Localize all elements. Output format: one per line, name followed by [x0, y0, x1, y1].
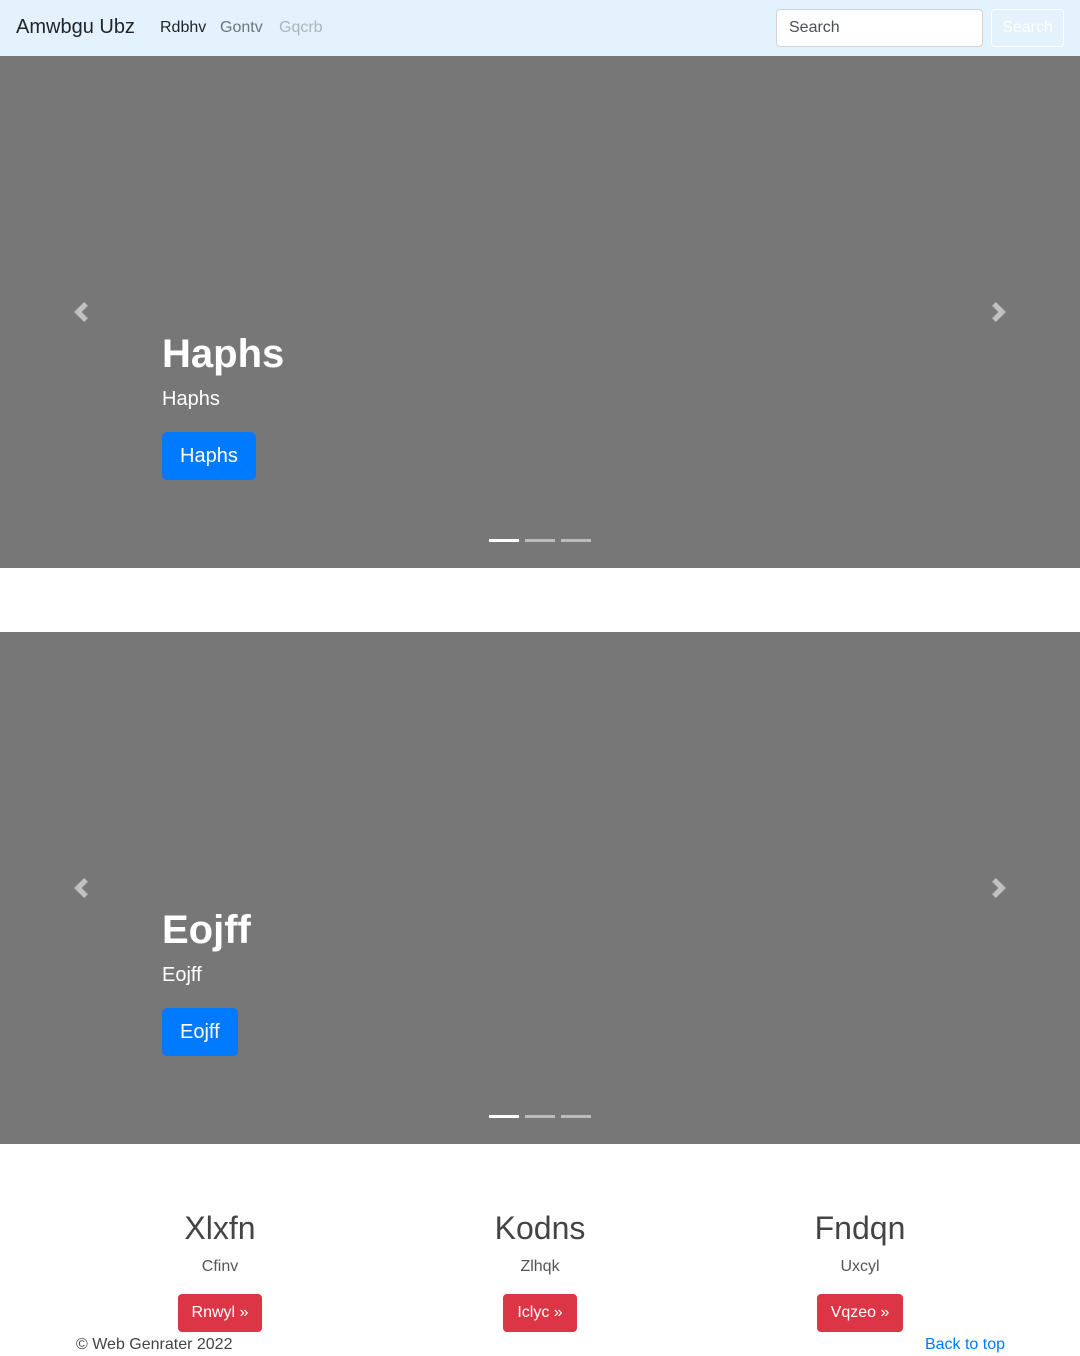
carousel-indicator[interactable]: [561, 539, 591, 542]
feature-button[interactable]: Vqzeo »: [816, 1294, 904, 1332]
search-button[interactable]: Search: [991, 9, 1064, 47]
chevron-left-icon: [74, 878, 88, 898]
carousel-prev-control[interactable]: [0, 632, 162, 1144]
carousel-indicator[interactable]: [525, 1115, 555, 1118]
carousel-indicator[interactable]: [489, 539, 519, 542]
feature-title: Fndqn: [814, 1210, 906, 1246]
chevron-left-icon: [74, 302, 88, 322]
feature-column: Fndqn Uxcyl Vqzeo »: [700, 1206, 1020, 1332]
carousel-text: Haphs: [162, 388, 220, 410]
chevron-right-icon: [992, 302, 1006, 322]
hero-carousel-2: Eojff Eojff Eojff: [0, 632, 1080, 1144]
carousel-prev-control[interactable]: [0, 56, 162, 568]
search-input[interactable]: [776, 9, 983, 47]
carousel-caption: Eojff Eojff Eojff: [162, 902, 918, 1056]
feature-title: Kodns: [494, 1210, 586, 1246]
feature-title: Xlxfn: [184, 1210, 256, 1246]
footer-copyright: © Web Genrater 2022: [76, 1336, 233, 1353]
navbar-brand[interactable]: Amwbgu Ubz: [16, 16, 135, 39]
feature-text: Zlhqk: [520, 1258, 560, 1275]
feature-button[interactable]: Iclyc »: [503, 1294, 577, 1332]
carousel-cta-button[interactable]: Eojff: [162, 1008, 238, 1056]
carousel-next-control[interactable]: [918, 632, 1080, 1144]
carousel-indicator[interactable]: [525, 539, 555, 542]
feature-text: Uxcyl: [840, 1258, 880, 1275]
carousel-caption: Haphs Haphs Haphs: [162, 326, 918, 480]
back-to-top-link[interactable]: Back to top: [925, 1335, 1005, 1355]
nav-link-rdbhv[interactable]: Rdbhv: [160, 19, 206, 37]
feature-column: Kodns Zlhqk Iclyc »: [380, 1206, 700, 1332]
carousel-indicators: [0, 1115, 1080, 1118]
chevron-right-icon: [992, 878, 1006, 898]
carousel-text: Eojff: [162, 964, 202, 986]
nav-link-gontv[interactable]: Gontv: [220, 19, 263, 37]
carousel-cta-button[interactable]: Haphs: [162, 432, 256, 480]
navbar: Amwbgu Ubz Rdbhv Gontv Gqcrb Search: [0, 0, 1080, 56]
carousel-indicators: [0, 539, 1080, 542]
carousel-indicator[interactable]: [561, 1115, 591, 1118]
carousel-indicator[interactable]: [489, 1115, 519, 1118]
feature-text: Cfinv: [201, 1258, 239, 1275]
carousel-heading: Eojff: [162, 908, 251, 952]
nav-link-gqcrb: Gqcrb: [279, 19, 323, 36]
carousel-next-control[interactable]: [918, 56, 1080, 568]
features-row: Xlxfn Cfinv Rnwyl » Kodns Zlhqk Iclyc » …: [60, 1206, 1020, 1332]
carousel-heading: Haphs: [162, 332, 285, 376]
hero-carousel-1: Haphs Haphs Haphs: [0, 56, 1080, 568]
feature-column: Xlxfn Cfinv Rnwyl »: [60, 1206, 380, 1332]
feature-button[interactable]: Rnwyl »: [177, 1294, 263, 1332]
